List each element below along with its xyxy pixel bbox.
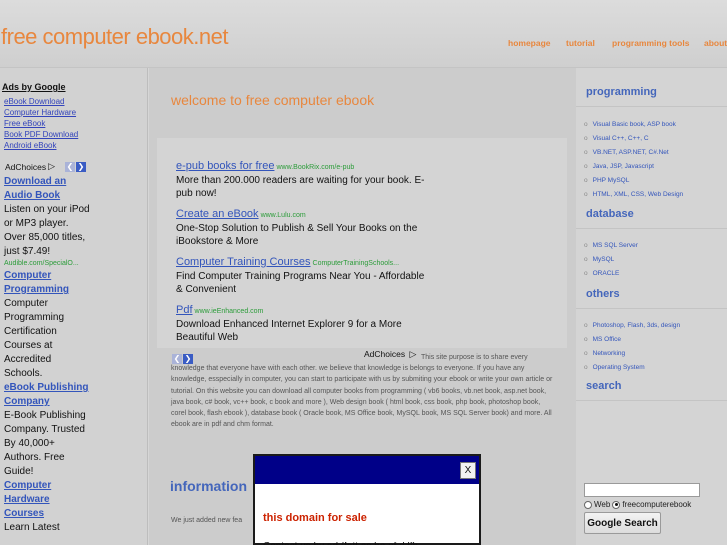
category-link[interactable]: o VB.NET, ASP.NET, C#.Net	[584, 146, 683, 160]
ad-link[interactable]: Free eBook	[4, 118, 78, 129]
ad-description: One-Stop Solution to Publish & Sell Your…	[176, 223, 418, 247]
left-ad-list: Download an Audio Book Listen on your iP…	[4, 175, 90, 535]
ad-description: Computer Programming Certification Cours…	[4, 298, 65, 379]
ad-pager: ❮ ❯	[65, 161, 87, 172]
ad-link[interactable]: Book PDF Download	[4, 129, 78, 140]
divider	[576, 228, 727, 229]
right-sidebar: programming o Visual Basic book, ASP book…	[576, 68, 727, 545]
ad-title[interactable]: Download an Audio Book	[4, 175, 90, 203]
close-button[interactable]: X	[460, 462, 476, 479]
site-title[interactable]: free computer ebook.net	[1, 24, 228, 50]
radio-web-label: Web	[594, 500, 611, 509]
site-header: free computer ebook.net homepage tutoria…	[0, 0, 727, 68]
section-heading-search: search	[586, 380, 622, 392]
ad-title[interactable]: Pdf	[176, 304, 193, 316]
search-scope: Web freecomputerebook	[584, 500, 691, 509]
ad-description: More than 200.000 readers are waiting fo…	[176, 175, 425, 199]
text-ad: Pdf www.ieEnhanced.com Download Enhanced …	[176, 300, 426, 344]
information-heading: information	[170, 478, 247, 494]
ad-url[interactable]: Audible.com/SpecialO...	[4, 259, 90, 269]
text-ad: Create an eBook www.Lulu.com One-Stop Sol…	[176, 204, 426, 248]
ad-description: Listen on your iPod or MP3 player. Over …	[4, 204, 90, 257]
ad-url[interactable]: ComputerTrainingSchools...	[313, 260, 400, 267]
left-sidebar: Ads by Google eBook Download Computer Ha…	[0, 68, 148, 545]
nav-about[interactable]: about	[704, 38, 727, 48]
ad-description: Learn Latest	[4, 522, 60, 533]
search-input[interactable]	[584, 483, 700, 497]
ad-url[interactable]: www.BookRix.com/e-pub	[276, 164, 354, 171]
category-link[interactable]: o Visual C++, C++, C	[584, 132, 683, 146]
category-link[interactable]: o MySQL	[584, 253, 638, 267]
section-heading-others: others	[586, 288, 620, 300]
adchoices-label[interactable]: AdChoices	[5, 162, 46, 172]
popup-title: this domain for sale	[263, 512, 367, 524]
text-ad: e-pub books for free www.BookRix.com/e-pu…	[176, 156, 426, 200]
next-arrow-icon[interactable]: ❯	[76, 161, 87, 172]
ad-link[interactable]: Android eBook	[4, 140, 78, 151]
divider	[576, 106, 727, 107]
section-heading-programming: programming	[586, 86, 657, 98]
ad-title[interactable]: eBook Publishing Company	[4, 381, 90, 409]
ad-description: E-Book Publishing Company. Trusted By 40…	[4, 410, 86, 477]
ad-title[interactable]: Create an eBook	[176, 208, 259, 220]
category-link[interactable]: o Java, JSP, Javascript	[584, 160, 683, 174]
ads-by-google-label[interactable]: Ads by Google	[2, 82, 66, 92]
category-link[interactable]: o HTML, XML, CSS, Web Design	[584, 188, 683, 202]
category-link[interactable]: o MS SQL Server	[584, 239, 638, 253]
nav-programming-tools[interactable]: programming tools	[612, 38, 689, 48]
category-link[interactable]: o Operating System	[584, 361, 680, 375]
radio-site[interactable]	[612, 500, 621, 509]
category-list-database: o MS SQL Server o MySQL o ORACLE	[584, 239, 638, 281]
nav-homepage[interactable]: homepage	[508, 38, 551, 48]
category-link[interactable]: o Photoshop, Flash, 3ds, design	[584, 319, 680, 333]
ad-title[interactable]: e-pub books for free	[176, 160, 274, 172]
adchoices-bar: AdChoices ▷ ❮ ❯	[5, 161, 87, 172]
ad-url[interactable]: www.ieEnhanced.com	[195, 308, 264, 315]
ad-description: Find Computer Training Programs Near You…	[176, 271, 425, 295]
popup-title-bar	[255, 456, 479, 484]
category-link[interactable]: o Networking	[584, 347, 680, 361]
ad-title[interactable]: Computer Training Courses	[176, 256, 311, 268]
category-link[interactable]: o ORACLE	[584, 267, 638, 281]
category-link[interactable]: o MS Office	[584, 333, 680, 347]
ad-title[interactable]: Computer Programming	[4, 269, 90, 297]
ad-link-list: eBook Download Computer Hardware Free eB…	[4, 96, 78, 151]
ad-url[interactable]: www.Lulu.com	[261, 212, 306, 219]
prev-arrow-icon[interactable]: ❮	[65, 161, 76, 172]
adchoices-icon[interactable]: ▷	[48, 161, 55, 172]
radio-site-label: freecomputerebook	[622, 500, 692, 509]
ad-block: e-pub books for free www.BookRix.com/e-pu…	[157, 138, 567, 348]
category-link[interactable]: o PHP MySQL	[584, 174, 683, 188]
google-search-button[interactable]: Google Search	[584, 512, 661, 534]
divider	[576, 400, 727, 401]
domain-sale-popup: X this domain for sale Contact us by ad …	[253, 454, 481, 545]
divider	[576, 308, 727, 309]
section-heading-database: database	[586, 208, 634, 220]
category-list-others: o Photoshop, Flash, 3ds, design o MS Offic…	[584, 319, 680, 375]
nav-tutorial[interactable]: tutorial	[566, 38, 595, 48]
radio-web[interactable]	[584, 500, 592, 509]
category-link[interactable]: o Visual Basic book, ASP book	[584, 118, 683, 132]
ad-link[interactable]: eBook Download	[4, 96, 78, 107]
site-purpose-text: This site purpose is to share every know…	[171, 354, 553, 429]
ad-title[interactable]: Computer Hardware Courses	[4, 479, 90, 521]
category-list-programming: o Visual Basic book, ASP book o Visual C++…	[584, 118, 683, 202]
ad-description: Download Enhanced Internet Explorer 9 fo…	[176, 319, 402, 343]
ad-link[interactable]: Computer Hardware	[4, 107, 78, 118]
text-ad: Computer Training Courses ComputerTrainin…	[176, 252, 426, 296]
page-title: welcome to free computer ebook	[171, 92, 375, 108]
news-text: We just added new fea	[171, 517, 243, 524]
